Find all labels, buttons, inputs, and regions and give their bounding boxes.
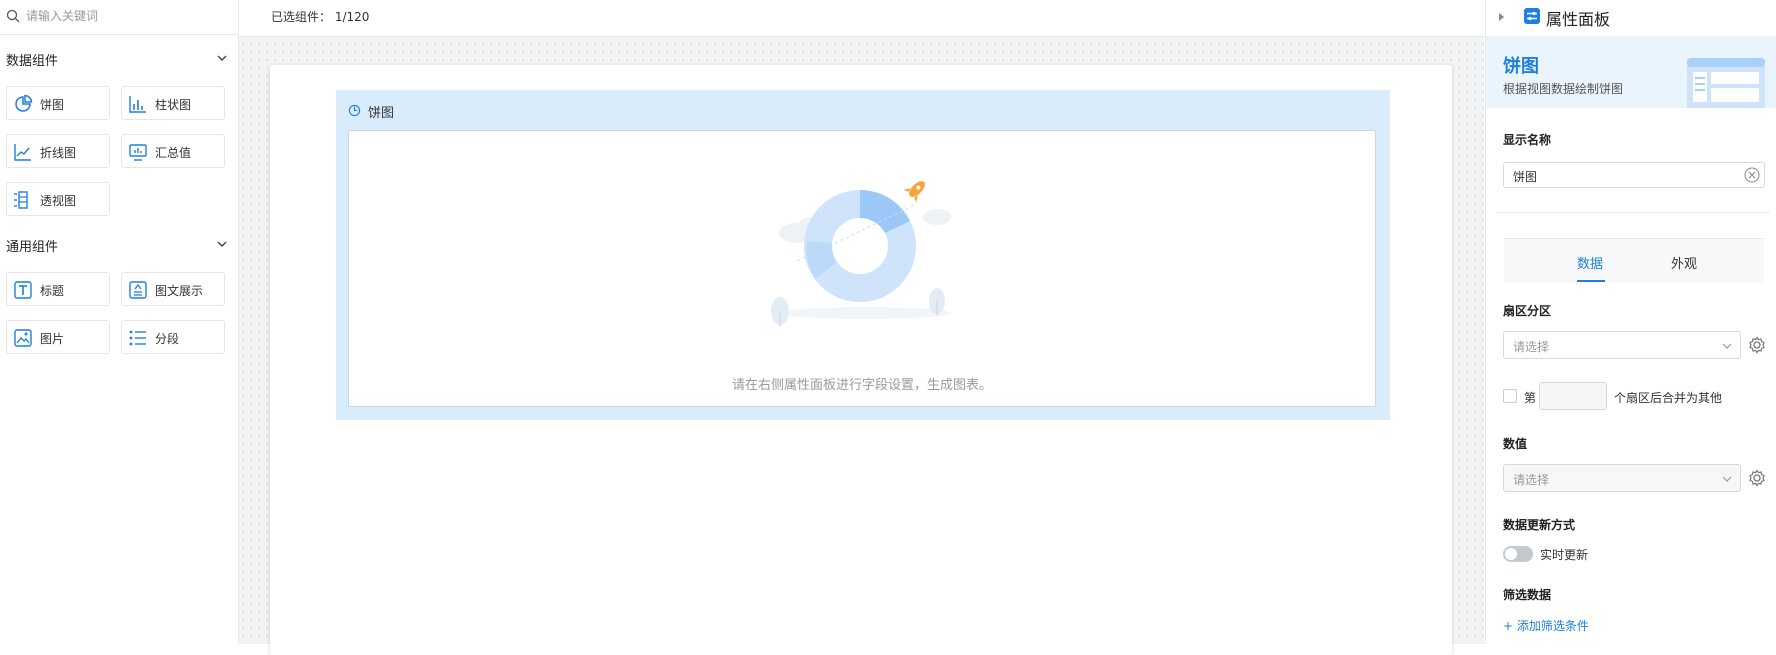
component-summary-value[interactable]: 汇总值: [121, 134, 225, 168]
group-header-data[interactable]: 数据组件: [6, 50, 230, 70]
sector-select[interactable]: 请选择: [1503, 331, 1741, 359]
merge-suffix: 个扇区后合并为其他: [1614, 391, 1723, 405]
empty-hint: 请在右侧属性面板进行字段设置，生成图表。: [731, 378, 992, 393]
banner-subtitle: 根据视图数据绘制饼图: [1503, 82, 1624, 96]
panel-title: 属性面板: [1546, 10, 1611, 29]
active-tab-indicator: [1577, 280, 1605, 282]
component-image-text[interactable]: 图文展示: [121, 272, 225, 306]
component-label: 图文展示: [155, 284, 204, 298]
add-filter-button[interactable]: + 添加筛选条件: [1503, 617, 1589, 634]
component-label: 折线图: [40, 146, 77, 160]
list-section-icon: [129, 330, 146, 346]
component-label: 汇总值: [155, 146, 192, 160]
search-bar: [0, 0, 238, 35]
image-icon: [14, 329, 32, 347]
component-image[interactable]: 图片: [6, 320, 110, 354]
component-line-chart[interactable]: 折线图: [6, 134, 110, 168]
clear-icon[interactable]: [1744, 167, 1760, 183]
search-input[interactable]: [26, 6, 226, 26]
pivot-table-icon: [14, 191, 28, 209]
selected-count: 已选组件： 1/120: [271, 8, 369, 25]
toggle-knob: [1505, 548, 1517, 560]
component-pivot-table[interactable]: 透视图: [6, 182, 110, 216]
value-select[interactable]: 请选择: [1503, 464, 1741, 492]
display-name-value: 饼图: [1513, 170, 1538, 184]
image-text-icon: [129, 281, 147, 299]
pie-chart-icon: [348, 104, 361, 117]
filter-label: 筛选数据: [1503, 588, 1552, 602]
banner-title: 饼图: [1503, 56, 1539, 77]
pie-chart-widget[interactable]: 饼图 请在右侧属性面板进行字段设置，生成图表。: [336, 90, 1390, 420]
value-select-placeholder: 请选择: [1513, 473, 1550, 487]
component-title[interactable]: 标题: [6, 272, 110, 306]
value-label: 数值: [1503, 437, 1528, 451]
chevron-down-icon[interactable]: [216, 238, 228, 250]
line-chart-icon: [14, 144, 31, 161]
group-header-general[interactable]: 通用组件: [6, 236, 230, 256]
component-pie-chart[interactable]: 饼图: [6, 86, 110, 120]
component-label: 饼图: [40, 98, 65, 112]
gear-icon[interactable]: [1748, 469, 1766, 487]
title-text-icon: [14, 281, 32, 299]
panel-settings-icon: [1524, 8, 1540, 24]
gear-icon[interactable]: [1748, 336, 1766, 354]
pie-chart-icon: [15, 94, 33, 112]
update-mode-label: 数据更新方式: [1503, 518, 1576, 532]
component-banner: 饼图 根据视图数据绘制饼图: [1486, 36, 1776, 108]
component-label: 分段: [155, 332, 180, 346]
component-label: 图片: [40, 332, 65, 346]
component-label: 柱状图: [155, 98, 192, 112]
widget-title: 饼图: [368, 106, 395, 121]
canvas-topbar: 已选组件： 1/120: [239, 0, 1484, 37]
display-name-input[interactable]: 饼图: [1503, 162, 1765, 188]
component-library: 数据组件 饼图 柱状图 折线图: [0, 0, 239, 644]
empty-chart-illustration: [771, 181, 951, 326]
property-panel: 属性面板 饼图 根据视图数据绘制饼图 显示名称 饼图 数据 外观 扇区分区 请选…: [1485, 0, 1776, 644]
collapse-arrow-icon[interactable]: [1498, 12, 1506, 22]
panel-tabs: 数据 外观: [1504, 238, 1764, 283]
chevron-down-icon[interactable]: [216, 52, 228, 64]
merge-prefix: 第: [1524, 391, 1537, 405]
tab-appearance[interactable]: 外观: [1671, 253, 1697, 272]
page-canvas[interactable]: 饼图 请在右侧属性面板进行字段设置，生成图表。: [270, 65, 1452, 655]
summary-value-icon: [129, 144, 147, 161]
chevron-down-icon: [1722, 476, 1732, 482]
bar-chart-icon: [129, 96, 146, 113]
dashboard-illustration: [1687, 58, 1765, 108]
widget-body: 请在右侧属性面板进行字段设置，生成图表。: [348, 130, 1376, 407]
panel-header: 属性面板: [1498, 6, 1758, 30]
component-label: 透视图: [40, 194, 77, 208]
sector-label: 扇区分区: [1503, 304, 1552, 318]
divider: [1496, 212, 1770, 213]
display-name-label: 显示名称: [1503, 133, 1552, 147]
sector-select-placeholder: 请选择: [1513, 340, 1550, 354]
search-icon: [6, 9, 20, 23]
component-label: 标题: [40, 284, 65, 298]
selected-count-value: 1/120: [334, 10, 370, 24]
realtime-toggle-label: 实时更新: [1540, 548, 1589, 562]
component-section[interactable]: 分段: [121, 320, 225, 354]
group-title: 数据组件: [6, 54, 59, 69]
merge-count-input[interactable]: [1539, 382, 1607, 410]
design-canvas-area: 已选组件： 1/120 饼图 请在右侧属性面板进行字段设置，生成图表。: [239, 0, 1484, 655]
merge-checkbox[interactable]: [1503, 389, 1517, 403]
realtime-toggle[interactable]: [1503, 546, 1533, 562]
component-bar-chart[interactable]: 柱状图: [121, 86, 225, 120]
selected-label: 已选组件：: [271, 10, 332, 24]
group-title: 通用组件: [6, 240, 59, 255]
chevron-down-icon: [1722, 343, 1732, 349]
tab-data[interactable]: 数据: [1577, 253, 1603, 272]
